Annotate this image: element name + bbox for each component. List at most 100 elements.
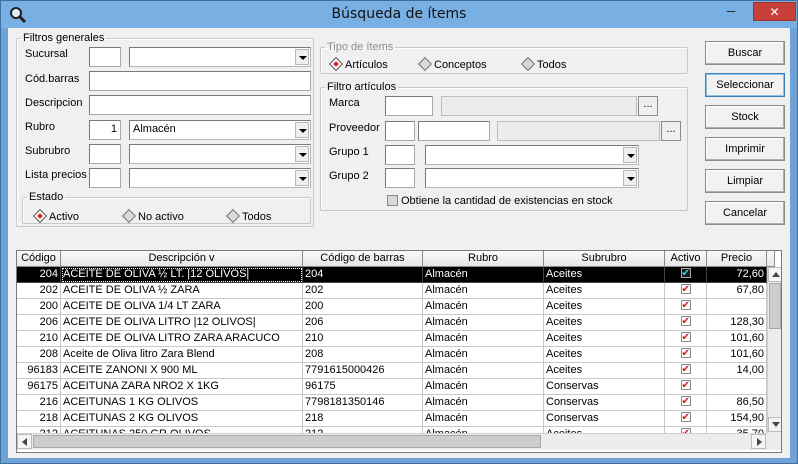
col-header-rubro[interactable]: Rubro xyxy=(423,251,544,267)
checkbox-checked-icon[interactable] xyxy=(680,299,691,313)
cancelar-button[interactable]: Cancelar xyxy=(705,201,785,225)
estado-activo-radio[interactable]: Activo xyxy=(34,210,79,223)
table-row[interactable]: 208 Aceite de Oliva litro Zara Blend 208 Al… xyxy=(17,347,767,363)
col-header-descripcion[interactable]: Descripción v xyxy=(61,251,303,267)
table-row[interactable]: 218 ACEITUNAS 2 KG OLIVOS 218 Almacén Conser… xyxy=(17,411,767,427)
table-row[interactable]: 210 ACEITE DE OLIVA LITRO ZARA ARACUCO 210… xyxy=(17,331,767,347)
table-row[interactable]: 96183 ACEITE ZANONI X 900 ML 7791615000426… xyxy=(17,363,767,379)
subrubro-select[interactable] xyxy=(129,144,311,164)
cell-rubro[interactable]: Almacén xyxy=(423,331,544,347)
cell-rubro[interactable]: Almacén xyxy=(423,299,544,315)
vertical-scroll-thumb[interactable] xyxy=(769,283,781,329)
proveedor-lookup-button[interactable]: ... xyxy=(661,121,681,141)
scroll-left-button[interactable] xyxy=(17,434,32,449)
cell-activo[interactable] xyxy=(665,299,707,315)
scroll-up-button[interactable] xyxy=(768,267,781,282)
grupo2-select[interactable] xyxy=(425,168,639,188)
cell-codigo[interactable]: 96175 xyxy=(17,379,61,395)
vertical-scrollbar[interactable] xyxy=(767,267,781,433)
cell-descripcion[interactable]: ACEITE DE OLIVA LITRO |12 OLIVOS| xyxy=(61,315,303,331)
proveedor-code-input[interactable] xyxy=(385,121,415,141)
lista-precios-code-input[interactable] xyxy=(89,168,121,188)
cell-codigo[interactable]: 208 xyxy=(17,347,61,363)
cell-codigo[interactable]: 216 xyxy=(17,395,61,411)
estado-todos-radio[interactable]: Todos xyxy=(227,210,271,223)
grupo1-select[interactable] xyxy=(425,145,639,165)
table-row[interactable]: 202 ACEITE DE OLIVA ½ ZARA 202 Almacén Aceit… xyxy=(17,283,767,299)
cell-descripcion[interactable]: ACEITE DE OLIVA ½ ZARA xyxy=(61,283,303,299)
cell-barras[interactable]: 218 xyxy=(303,411,423,427)
title-bar[interactable]: Búsqueda de ítems ─ ✕ xyxy=(1,1,797,28)
cell-descripcion[interactable]: ACEITE ZANONI X 900 ML xyxy=(61,363,303,379)
cell-activo[interactable] xyxy=(665,395,707,411)
checkbox-checked-icon[interactable] xyxy=(680,411,691,425)
col-header-precio[interactable]: Precio xyxy=(707,251,767,267)
cell-subrubro[interactable]: Aceites xyxy=(544,299,665,315)
cell-barras[interactable]: 202 xyxy=(303,283,423,299)
col-header-activo[interactable]: Activo xyxy=(665,251,707,267)
cell-activo[interactable] xyxy=(665,267,707,283)
proveedor-cuit-input[interactable] xyxy=(418,121,490,141)
cell-activo[interactable] xyxy=(665,283,707,299)
cell-subrubro[interactable]: Conservas xyxy=(544,379,665,395)
cell-rubro[interactable]: Almacén xyxy=(423,411,544,427)
cell-activo[interactable] xyxy=(665,411,707,427)
cell-codigo[interactable]: 202 xyxy=(17,283,61,299)
chevron-down-icon[interactable] xyxy=(295,146,309,162)
cell-subrubro[interactable]: Aceites xyxy=(544,331,665,347)
cell-rubro[interactable]: Almacén xyxy=(423,315,544,331)
cell-rubro[interactable]: Almacén xyxy=(423,283,544,299)
cell-rubro[interactable]: Almacén xyxy=(423,379,544,395)
chevron-down-icon[interactable] xyxy=(295,49,309,65)
cell-barras[interactable]: 208 xyxy=(303,347,423,363)
checkbox-checked-icon[interactable] xyxy=(680,331,691,345)
stock-button[interactable]: Stock xyxy=(705,105,785,129)
descripcion-input[interactable] xyxy=(89,95,311,115)
cell-descripcion[interactable]: ACEITE DE OLIVA ½ LT. |12 OLIVOS| xyxy=(61,267,303,283)
checkbox-checked-icon[interactable] xyxy=(680,347,691,361)
cell-descripcion[interactable]: ACEITUNAS 2 KG OLIVOS xyxy=(61,411,303,427)
checkbox-checked-icon[interactable] xyxy=(680,379,691,393)
cell-descripcion[interactable]: ACEITE DE OLIVA LITRO ZARA ARACUCO xyxy=(61,331,303,347)
cell-activo[interactable] xyxy=(665,347,707,363)
cell-precio[interactable]: 128,30 xyxy=(707,315,767,331)
subrubro-code-input[interactable] xyxy=(89,144,121,164)
chevron-down-icon[interactable] xyxy=(623,147,637,163)
grupo1-code-input[interactable] xyxy=(385,145,415,165)
table-row[interactable]: 200 ACEITE DE OLIVA 1/4 LT ZARA 200 Almacén… xyxy=(17,299,767,315)
cell-descripcion[interactable]: Aceite de Oliva litro Zara Blend xyxy=(61,347,303,363)
cell-barras[interactable]: 96175 xyxy=(303,379,423,395)
cell-rubro[interactable]: Almacén xyxy=(423,363,544,379)
cell-codigo[interactable]: 204 xyxy=(17,267,61,283)
sucursal-select[interactable] xyxy=(129,47,311,67)
table-row[interactable]: 96175 ACEITUNA ZARA NRO2 X 1KG 96175 Almacé… xyxy=(17,379,767,395)
cell-descripcion[interactable]: ACEITUNA ZARA NRO2 X 1KG xyxy=(61,379,303,395)
col-header-barras[interactable]: Código de barras xyxy=(303,251,423,267)
cell-activo[interactable] xyxy=(665,363,707,379)
cell-codigo[interactable]: 210 xyxy=(17,331,61,347)
close-button[interactable]: ✕ xyxy=(753,2,796,21)
tipo-articulos-radio[interactable]: Artículos xyxy=(330,58,388,71)
tipo-todos-radio[interactable]: Todos xyxy=(522,58,566,71)
cell-rubro[interactable]: Almacén xyxy=(423,395,544,411)
col-header-subrubro[interactable]: Subrubro xyxy=(544,251,665,267)
cell-precio[interactable]: 86,50 xyxy=(707,395,767,411)
horizontal-scrollbar[interactable] xyxy=(17,433,767,450)
table-row[interactable]: 206 ACEITE DE OLIVA LITRO |12 OLIVOS| 206 A… xyxy=(17,315,767,331)
scroll-down-button[interactable] xyxy=(768,417,781,432)
cell-rubro[interactable]: Almacén xyxy=(423,347,544,363)
buscar-button[interactable]: Buscar xyxy=(705,41,785,65)
cell-barras[interactable]: 7791615000426 xyxy=(303,363,423,379)
estado-no-activo-radio[interactable]: No activo xyxy=(123,210,184,223)
cell-subrubro[interactable]: Conservas xyxy=(544,395,665,411)
cell-barras[interactable]: 210 xyxy=(303,331,423,347)
stock-checkbox[interactable]: Obtiene la cantidad de existencias en st… xyxy=(387,195,613,207)
cell-codigo[interactable]: 218 xyxy=(17,411,61,427)
col-header-codigo[interactable]: Código xyxy=(17,251,61,267)
table-row[interactable]: 216 ACEITUNAS 1 KG OLIVOS 7798181350146 Alm… xyxy=(17,395,767,411)
grupo2-code-input[interactable] xyxy=(385,168,415,188)
cell-descripcion[interactable]: ACEITUNAS 1 KG OLIVOS xyxy=(61,395,303,411)
chevron-down-icon[interactable] xyxy=(295,170,309,186)
cell-precio[interactable]: 72,60 xyxy=(707,267,767,283)
checkbox-checked-icon[interactable] xyxy=(680,267,691,281)
